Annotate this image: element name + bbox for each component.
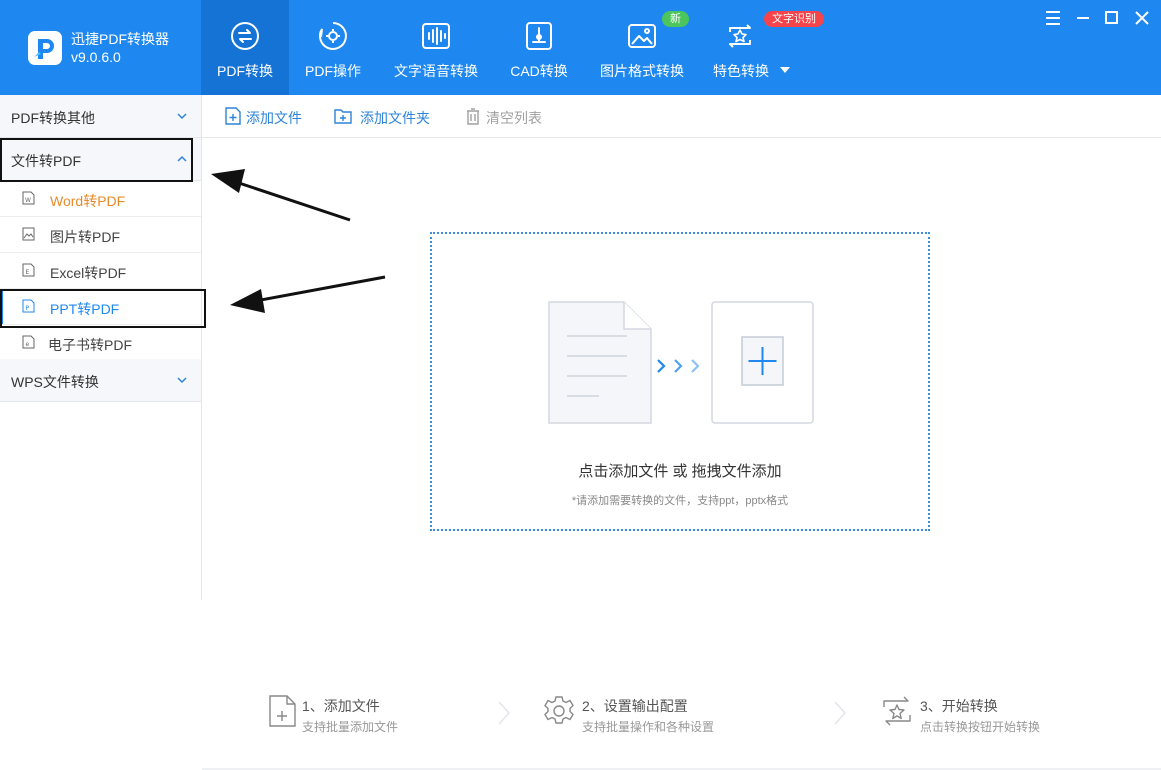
step-title: 3、开始转换 bbox=[920, 698, 998, 714]
audio-wave-icon bbox=[420, 20, 452, 52]
sidebar-item-word-to-pdf[interactable]: W Word转PDF bbox=[0, 181, 201, 217]
annotation-arrow-icon bbox=[211, 169, 386, 313]
minimize-icon[interactable] bbox=[1073, 8, 1093, 28]
chevron-right-icon bbox=[497, 700, 511, 726]
sidebar-category-wps[interactable]: WPS文件转换 bbox=[0, 359, 201, 402]
item-label: 电子书转PDF bbox=[48, 337, 132, 353]
app-name: 迅捷PDF转换器 bbox=[71, 31, 169, 47]
app-logo-icon bbox=[28, 31, 62, 65]
cad-icon bbox=[523, 20, 555, 52]
document-to-add-illustration bbox=[547, 300, 815, 426]
tab-pdf-convert[interactable]: PDF转换 bbox=[201, 0, 289, 95]
step-desc: 支持批量添加文件 bbox=[302, 720, 399, 734]
category-label: PDF转换其他 bbox=[11, 110, 95, 126]
step-title: 2、设置输出配置 bbox=[582, 698, 688, 714]
drop-zone-hint: *请添加需要转换的文件，支持ppt，pptx格式 bbox=[571, 495, 789, 507]
file-drop-zone[interactable]: 点击添加文件 或 拖拽文件添加 *请添加需要转换的文件，支持ppt，pptx格式 bbox=[430, 232, 930, 531]
step-title: 1、添加文件 bbox=[302, 698, 380, 714]
category-label: 文件转PDF bbox=[11, 153, 81, 169]
sidebar-item-excel-to-pdf[interactable]: E Excel转PDF bbox=[0, 253, 201, 289]
top-navigation-bar: 迅捷PDF转换器 v9.0.6.0 PDF转换 PDF操作 文字语音转换 CAD… bbox=[0, 0, 1161, 95]
add-folder-icon bbox=[334, 107, 352, 125]
item-label: Word转PDF bbox=[50, 193, 126, 209]
item-label: 图片转PDF bbox=[50, 229, 120, 245]
special-convert-icon bbox=[724, 20, 756, 52]
ebook-file-icon: e bbox=[22, 335, 35, 349]
add-file-label: 添加文件 bbox=[246, 110, 302, 126]
svg-text:W: W bbox=[25, 197, 31, 204]
tab-label: 特色转换 bbox=[713, 63, 769, 79]
close-icon[interactable] bbox=[1132, 8, 1152, 28]
trash-icon bbox=[464, 107, 482, 125]
tab-label: PDF操作 bbox=[305, 63, 361, 79]
settings-gear-icon bbox=[543, 694, 574, 728]
menu-icon[interactable] bbox=[1043, 8, 1063, 28]
tab-cad-convert[interactable]: CAD转换 bbox=[503, 0, 575, 95]
sidebar-category-file-to-pdf[interactable]: 文件转PDF bbox=[0, 138, 201, 181]
tab-label: CAD转换 bbox=[510, 63, 568, 79]
chevron-down-icon bbox=[176, 374, 188, 386]
clear-list-label: 清空列表 bbox=[486, 110, 542, 126]
app-logo-block: 迅捷PDF转换器 v9.0.6.0 bbox=[28, 28, 188, 68]
category-label: WPS文件转换 bbox=[11, 374, 99, 390]
add-file-icon bbox=[268, 694, 298, 728]
app-version: v9.0.6.0 bbox=[71, 49, 121, 65]
excel-file-icon: E bbox=[22, 263, 35, 277]
chevron-down-icon bbox=[780, 67, 790, 73]
image-file-icon bbox=[22, 227, 35, 241]
image-icon bbox=[626, 20, 658, 52]
add-file-icon bbox=[224, 107, 242, 125]
tab-text-speech-convert[interactable]: 文字语音转换 bbox=[390, 0, 482, 95]
sidebar-category-pdf-other[interactable]: PDF转换其他 bbox=[0, 95, 201, 138]
step-desc: 点击转换按钮开始转换 bbox=[920, 720, 1041, 734]
pdf-operation-icon bbox=[317, 20, 349, 52]
sidebar-item-ppt-to-pdf[interactable]: P PPT转PDF bbox=[0, 289, 201, 325]
maximize-icon[interactable] bbox=[1102, 8, 1122, 28]
sidebar-item-image-to-pdf[interactable]: 图片转PDF bbox=[0, 217, 201, 253]
tab-pdf-operation[interactable]: PDF操作 bbox=[294, 0, 372, 95]
sidebar: PDF转换其他 文件转PDF W Word转PDF 图片转PDF E Excel… bbox=[0, 95, 202, 600]
svg-text:e: e bbox=[26, 341, 30, 348]
svg-text:P: P bbox=[26, 305, 30, 312]
tab-label: PDF转换 bbox=[217, 63, 273, 79]
item-label: Excel转PDF bbox=[50, 265, 127, 281]
svg-text:E: E bbox=[26, 269, 30, 276]
ppt-file-icon: P bbox=[22, 299, 35, 313]
sidebar-item-ebook-to-pdf[interactable]: e 电子书转PDF bbox=[0, 325, 201, 361]
toolbar: 添加文件 添加文件夹 清空列表 bbox=[202, 95, 1161, 138]
drop-zone-title: 点击添加文件 或 拖拽文件添加 bbox=[578, 463, 782, 480]
tab-label: 文字语音转换 bbox=[394, 63, 478, 79]
pdf-convert-icon bbox=[229, 20, 261, 52]
item-label: PPT转PDF bbox=[50, 301, 120, 317]
add-folder-label: 添加文件夹 bbox=[360, 110, 430, 126]
chevron-down-icon bbox=[176, 110, 188, 122]
tab-label: 图片格式转换 bbox=[600, 63, 684, 79]
chevron-up-icon bbox=[176, 153, 188, 165]
new-badge: 新 bbox=[662, 11, 689, 27]
ocr-badge: 文字识别 bbox=[764, 11, 824, 27]
convert-star-icon bbox=[881, 694, 911, 728]
step-desc: 支持批量操作和各种设置 bbox=[582, 720, 715, 734]
word-file-icon: W bbox=[22, 191, 35, 205]
chevron-right-icon bbox=[833, 700, 847, 726]
